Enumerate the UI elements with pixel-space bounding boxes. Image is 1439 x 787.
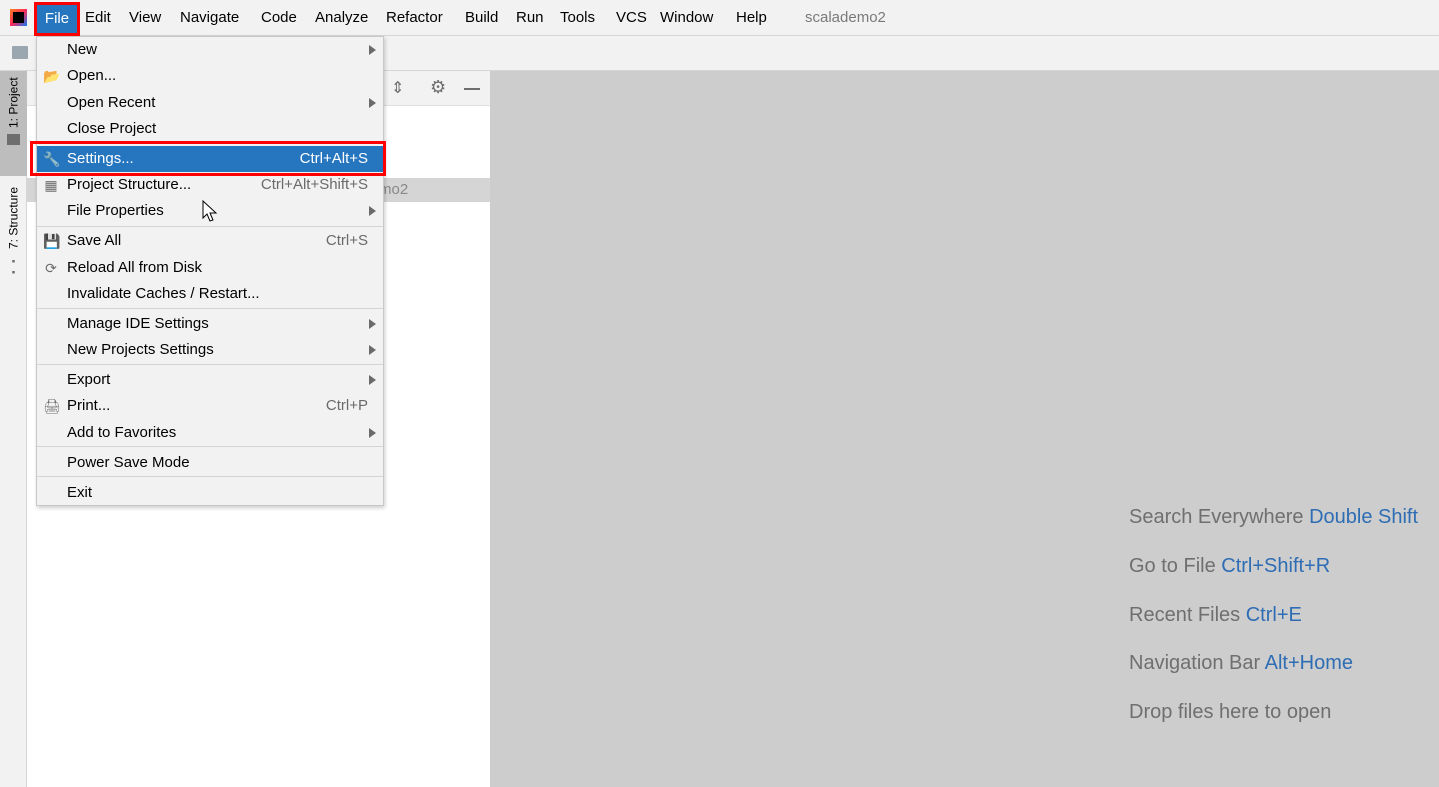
menu-item-new[interactable]: New: [37, 37, 383, 63]
tab-structure[interactable]: ▪▪ 7: Structure: [0, 181, 27, 286]
mouse-cursor-icon: [202, 200, 218, 222]
menu-item-reload-all[interactable]: ⟳ Reload All from Disk: [37, 255, 383, 281]
settings-highlight-box: [30, 141, 386, 176]
menu-item-print[interactable]: 🖨 Print... Ctrl+P: [37, 393, 383, 419]
menu-separator: [37, 446, 383, 447]
menu-separator: [37, 226, 383, 227]
folder-icon: [7, 133, 20, 145]
menu-item-exit[interactable]: Exit: [37, 480, 383, 506]
menu-tools[interactable]: Tools: [560, 9, 595, 26]
menu-item-invalidate-caches[interactable]: Invalidate Caches / Restart...: [37, 281, 383, 307]
tab-project-label: 1: Project: [6, 77, 21, 128]
project-structure-icon: ▦: [44, 177, 58, 193]
hint-drop-files: Drop files here to open: [1129, 701, 1332, 723]
submenu-arrow-icon: [369, 98, 376, 108]
collapse-all-icon[interactable]: ⇕: [391, 78, 404, 98]
tab-structure-label: 7: Structure: [6, 187, 21, 250]
menu-item-save-all[interactable]: 💾 Save All Ctrl+S: [37, 228, 383, 254]
menu-item-add-to-favorites[interactable]: Add to Favorites: [37, 420, 383, 446]
submenu-arrow-icon: [369, 319, 376, 329]
hint-go-to-file: Go to File Ctrl+Shift+R: [1129, 555, 1331, 577]
menu-vcs[interactable]: VCS: [616, 9, 647, 26]
structure-icon: ▪▪: [8, 255, 19, 278]
menu-edit[interactable]: Edit: [85, 9, 111, 26]
menu-separator: [37, 476, 383, 477]
menu-window[interactable]: Window: [660, 9, 713, 26]
tab-project[interactable]: 1: Project: [0, 71, 27, 176]
submenu-arrow-icon: [369, 375, 376, 385]
submenu-arrow-icon: [369, 45, 376, 55]
save-icon: 💾: [43, 233, 61, 249]
reload-icon: ⟳: [45, 260, 57, 276]
left-tool-strip: 1: Project ▪▪ 7: Structure: [0, 71, 27, 787]
submenu-arrow-icon: [369, 345, 376, 355]
menu-item-new-projects-settings[interactable]: New Projects Settings: [37, 337, 383, 363]
menu-item-close-project[interactable]: Close Project: [37, 116, 383, 142]
file-menu-dropdown: New 📂 Open... Open Recent Close Project 🔧…: [36, 36, 384, 506]
menu-code[interactable]: Code: [261, 9, 297, 26]
menu-item-open[interactable]: 📂 Open...: [37, 63, 383, 89]
menu-navigate[interactable]: Navigate: [180, 9, 239, 26]
menu-separator: [37, 308, 383, 309]
menu-item-open-recent[interactable]: Open Recent: [37, 90, 383, 116]
menu-separator: [37, 364, 383, 365]
menu-build[interactable]: Build: [465, 9, 498, 26]
hint-navigation-bar: Navigation Bar Alt+Home: [1129, 652, 1354, 674]
menu-view[interactable]: View: [129, 9, 161, 26]
editor-empty-area: Search Everywhere Double Shift Go to Fil…: [490, 71, 1439, 787]
print-icon: 🖨: [43, 398, 61, 414]
hint-search-everywhere: Search Everywhere Double Shift: [1129, 506, 1419, 528]
menu-run[interactable]: Run: [516, 9, 544, 26]
submenu-arrow-icon: [369, 206, 376, 216]
menu-help[interactable]: Help: [736, 9, 767, 26]
menu-analyze[interactable]: Analyze: [315, 9, 368, 26]
project-folder-icon[interactable]: [12, 46, 28, 59]
project-title: scalademo2: [805, 9, 886, 26]
menu-bar: File Edit View Navigate Code Analyze Ref…: [0, 0, 1439, 36]
submenu-arrow-icon: [369, 428, 376, 438]
menu-refactor[interactable]: Refactor: [386, 9, 443, 26]
gear-icon[interactable]: ⚙: [430, 77, 446, 98]
intellij-logo-icon: [10, 9, 27, 26]
minimize-icon[interactable]: [464, 88, 480, 90]
menu-item-manage-ide-settings[interactable]: Manage IDE Settings: [37, 311, 383, 337]
menu-item-power-save-mode[interactable]: Power Save Mode: [37, 450, 383, 476]
menu-file[interactable]: File: [34, 2, 80, 36]
menu-item-export[interactable]: Export: [37, 367, 383, 393]
hint-recent-files: Recent Files Ctrl+E: [1129, 604, 1302, 626]
folder-open-icon: 📂: [43, 68, 61, 84]
